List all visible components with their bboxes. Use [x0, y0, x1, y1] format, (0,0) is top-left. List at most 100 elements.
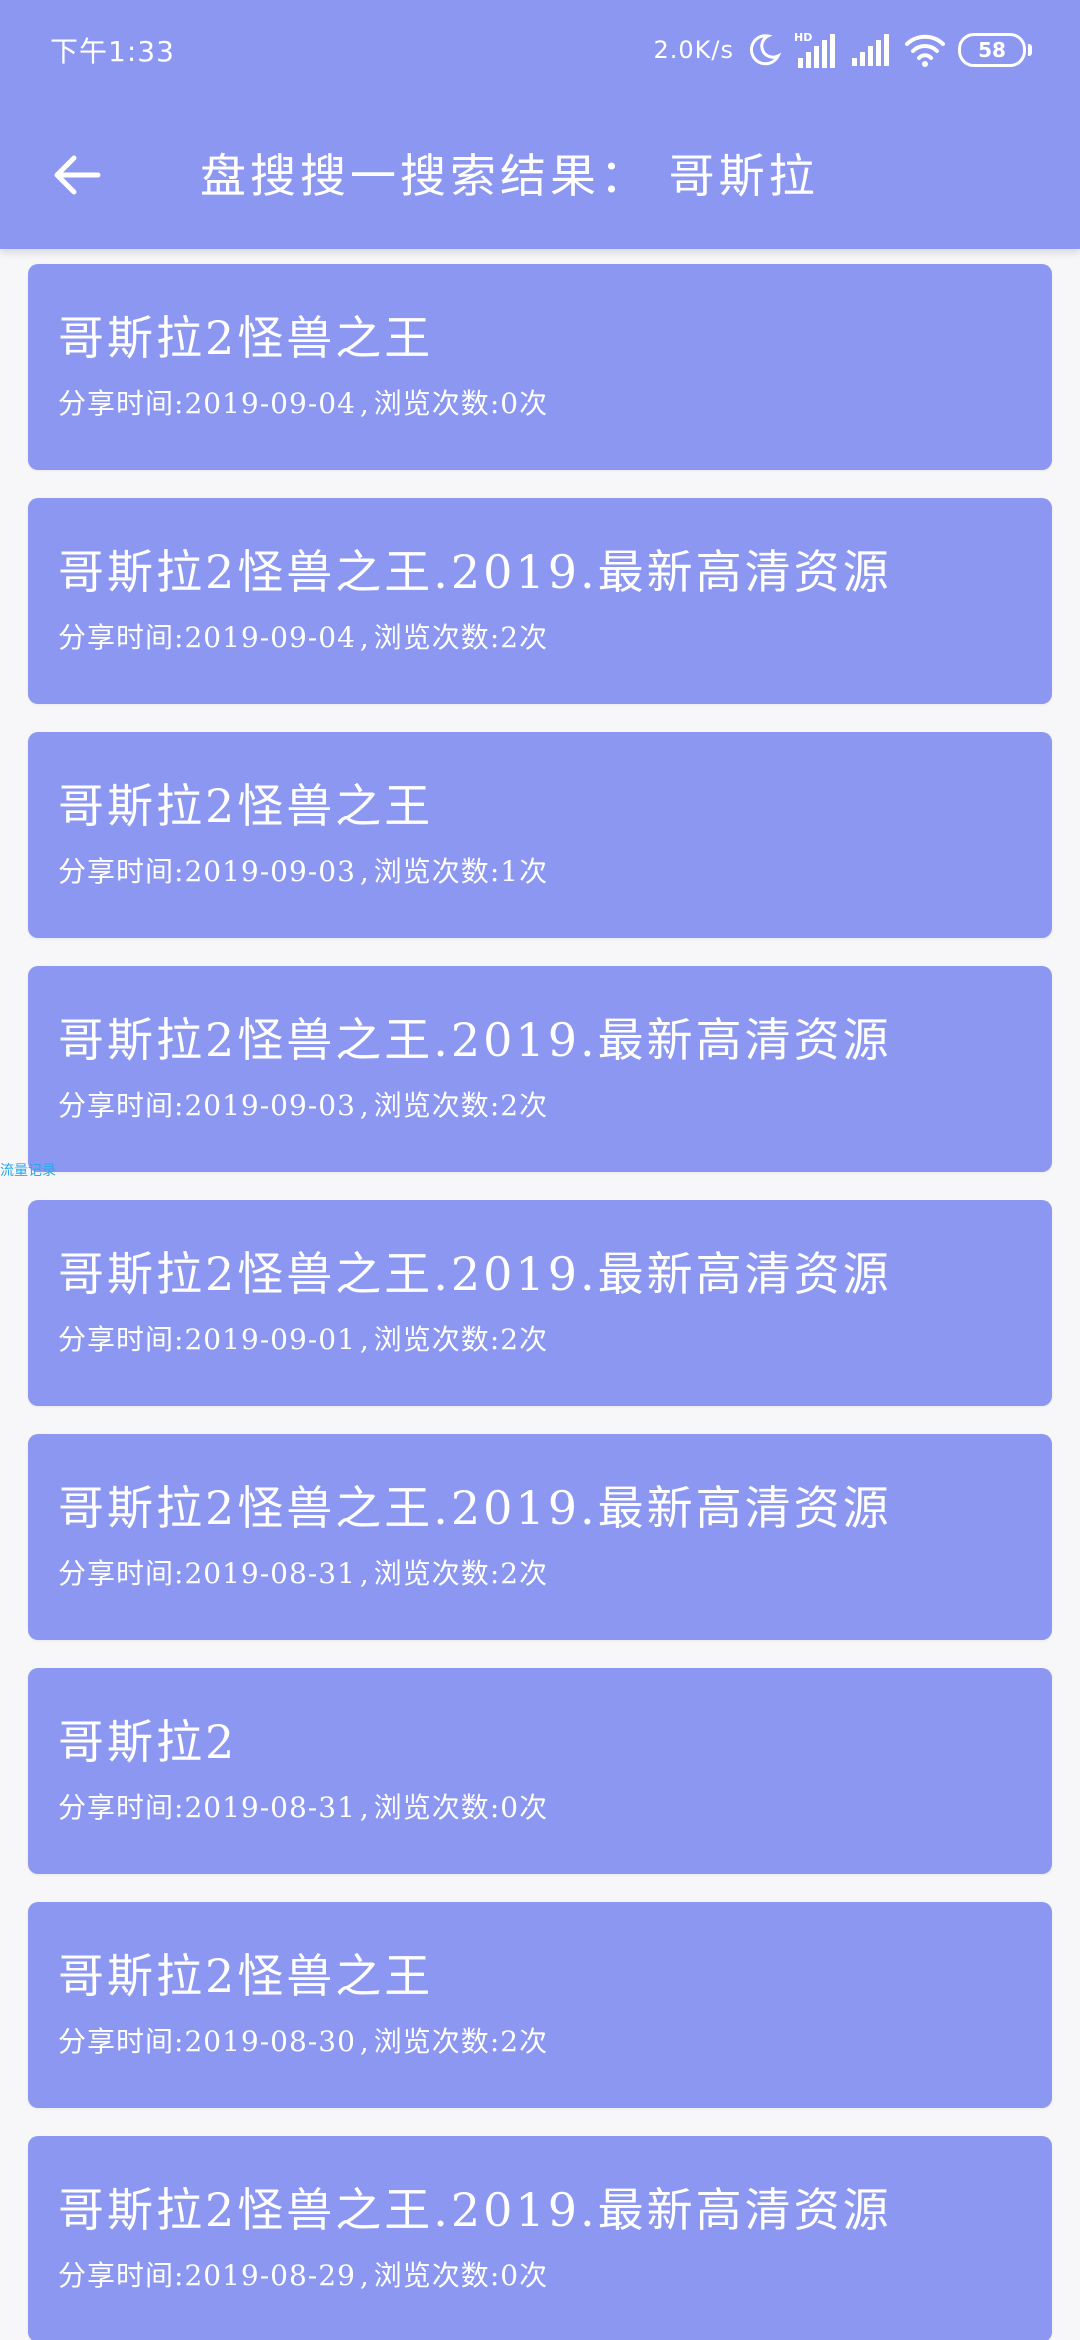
share-time-label: 分享时间	[58, 1557, 175, 1590]
meta-separator: ,	[359, 855, 370, 888]
views-unit: 次	[519, 1557, 549, 1590]
result-title: 哥斯拉2怪兽之王.2019.最新高清资源	[58, 1247, 892, 1301]
share-time-label: 分享时间	[58, 2025, 175, 2058]
battery-icon: 58	[958, 33, 1032, 67]
meta-separator: ,	[359, 2259, 370, 2292]
result-card[interactable]: 哥斯拉2怪兽之王.2019.最新高清资源 分享时间:2019-09-01, 浏览次…	[28, 1200, 1052, 1406]
result-meta: 分享时间:2019-08-31, 浏览次数:2次	[58, 1554, 548, 1594]
hd-label: HD	[794, 31, 812, 44]
back-button[interactable]	[40, 142, 114, 208]
result-card[interactable]: 哥斯拉2怪兽之王 分享时间:2019-08-30, 浏览次数:2次	[28, 1902, 1052, 2108]
share-time-label: 分享时间	[58, 387, 175, 420]
share-date: 2019-09-04	[184, 621, 356, 654]
views-count: 0	[500, 2259, 520, 2292]
app-bar: 下午1:33 2.0K/s HD 58 盘搜搜一搜索结果： 哥斯拉	[0, 0, 1080, 249]
result-card[interactable]: 哥斯拉2怪兽之王 分享时间:2019-09-03, 浏览次数:1次	[28, 732, 1052, 938]
meta-separator: ,	[359, 1323, 370, 1356]
views-count: 2	[500, 1323, 520, 1356]
wifi-icon	[904, 32, 946, 68]
share-time-label: 分享时间	[58, 2259, 175, 2292]
meta-colon: :	[174, 2025, 185, 2058]
views-label: 浏览次数	[373, 2259, 490, 2292]
meta-colon: :	[174, 1791, 185, 1824]
views-label: 浏览次数	[373, 1557, 490, 1590]
share-date: 2019-08-29	[184, 2259, 356, 2292]
battery-level: 58	[958, 33, 1026, 67]
result-card[interactable]: 哥斯拉2怪兽之王 分享时间:2019-09-04, 浏览次数:0次	[28, 264, 1052, 470]
share-date: 2019-09-03	[184, 855, 356, 888]
meta-colon: :	[489, 2025, 501, 2058]
result-meta: 分享时间:2019-09-03, 浏览次数:1次	[58, 852, 548, 892]
meta-separator: ,	[359, 2025, 370, 2058]
meta-separator: ,	[359, 1791, 370, 1824]
views-label: 浏览次数	[373, 1323, 490, 1356]
page-title: 盘搜搜一搜索结果： 哥斯拉	[200, 149, 819, 203]
meta-separator: ,	[359, 1089, 370, 1122]
meta-colon: :	[174, 621, 185, 654]
views-label: 浏览次数	[373, 387, 490, 420]
views-unit: 次	[519, 1323, 549, 1356]
views-unit: 次	[519, 1791, 549, 1824]
views-unit: 次	[519, 2259, 549, 2292]
signal-hd-icon: HD	[794, 30, 838, 70]
network-speed: 2.0K/s	[653, 36, 734, 64]
status-bar: 下午1:33 2.0K/s HD 58	[0, 0, 1080, 100]
meta-colon: :	[489, 1557, 501, 1590]
result-meta: 分享时间:2019-09-01, 浏览次数:2次	[58, 1320, 548, 1360]
result-card[interactable]: 哥斯拉2 分享时间:2019-08-31, 浏览次数:0次	[28, 1668, 1052, 1874]
share-date: 2019-08-31	[184, 1557, 356, 1590]
app-root: 下午1:33 2.0K/s HD 58 盘搜搜一搜索结果： 哥斯拉 哥斯拉2怪兽…	[0, 0, 1080, 2340]
views-unit: 次	[519, 621, 549, 654]
result-card[interactable]: 哥斯拉2怪兽之王.2019.最新高清资源 分享时间:2019-09-03, 浏览次…	[28, 966, 1052, 1172]
signal-icon	[850, 32, 892, 68]
views-count: 2	[500, 2025, 520, 2058]
result-card[interactable]: 哥斯拉2怪兽之王.2019.最新高清资源 分享时间:2019-08-29, 浏览次…	[28, 2136, 1052, 2340]
views-unit: 次	[519, 2025, 549, 2058]
status-indicators: 2.0K/s HD 58	[653, 28, 1032, 72]
share-time-label: 分享时间	[58, 1323, 175, 1356]
meta-separator: ,	[359, 621, 370, 654]
meta-colon: :	[174, 1557, 185, 1590]
result-title: 哥斯拉2怪兽之王	[58, 1949, 434, 2003]
views-count: 0	[500, 387, 520, 420]
meta-colon: :	[489, 621, 501, 654]
views-count: 2	[500, 1089, 520, 1122]
result-meta: 分享时间:2019-08-29, 浏览次数:0次	[58, 2256, 548, 2296]
result-meta: 分享时间:2019-09-04, 浏览次数:0次	[58, 384, 548, 424]
share-time-label: 分享时间	[58, 1791, 175, 1824]
meta-colon: :	[174, 1323, 185, 1356]
moon-icon	[746, 32, 782, 68]
result-title: 哥斯拉2怪兽之王.2019.最新高清资源	[58, 1481, 892, 1535]
meta-colon: :	[174, 387, 185, 420]
views-label: 浏览次数	[373, 621, 490, 654]
meta-colon: :	[174, 855, 185, 888]
views-unit: 次	[519, 855, 549, 888]
result-list: 哥斯拉2怪兽之王 分享时间:2019-09-04, 浏览次数:0次 哥斯拉2怪兽之…	[28, 264, 1052, 2340]
views-count: 2	[500, 621, 520, 654]
share-date: 2019-08-31	[184, 1791, 356, 1824]
result-meta: 分享时间:2019-08-31, 浏览次数:0次	[58, 1788, 548, 1828]
views-count: 1	[500, 855, 520, 888]
views-unit: 次	[519, 387, 549, 420]
share-time-label: 分享时间	[58, 1089, 175, 1122]
battery-tip	[1028, 44, 1032, 56]
meta-separator: ,	[359, 1557, 370, 1590]
meta-colon: :	[174, 2259, 185, 2292]
meta-colon: :	[489, 855, 501, 888]
result-card[interactable]: 哥斯拉2怪兽之王.2019.最新高清资源 分享时间:2019-09-04, 浏览次…	[28, 498, 1052, 704]
result-card[interactable]: 哥斯拉2怪兽之王.2019.最新高清资源 分享时间:2019-08-31, 浏览次…	[28, 1434, 1052, 1640]
result-meta: 分享时间:2019-08-30, 浏览次数:2次	[58, 2022, 548, 2062]
share-date: 2019-09-01	[184, 1323, 356, 1356]
overlay-label[interactable]: 流量记录	[0, 1162, 56, 1180]
result-title: 哥斯拉2怪兽之王.2019.最新高清资源	[58, 1013, 892, 1067]
meta-colon: :	[489, 2259, 501, 2292]
views-label: 浏览次数	[373, 2025, 490, 2058]
views-unit: 次	[519, 1089, 549, 1122]
arrow-left-icon	[54, 155, 101, 195]
status-time: 下午1:33	[50, 35, 175, 68]
meta-colon: :	[489, 387, 501, 420]
share-date: 2019-09-04	[184, 387, 356, 420]
result-title: 哥斯拉2怪兽之王.2019.最新高清资源	[58, 2183, 892, 2237]
meta-colon: :	[174, 1089, 185, 1122]
share-time-label: 分享时间	[58, 855, 175, 888]
